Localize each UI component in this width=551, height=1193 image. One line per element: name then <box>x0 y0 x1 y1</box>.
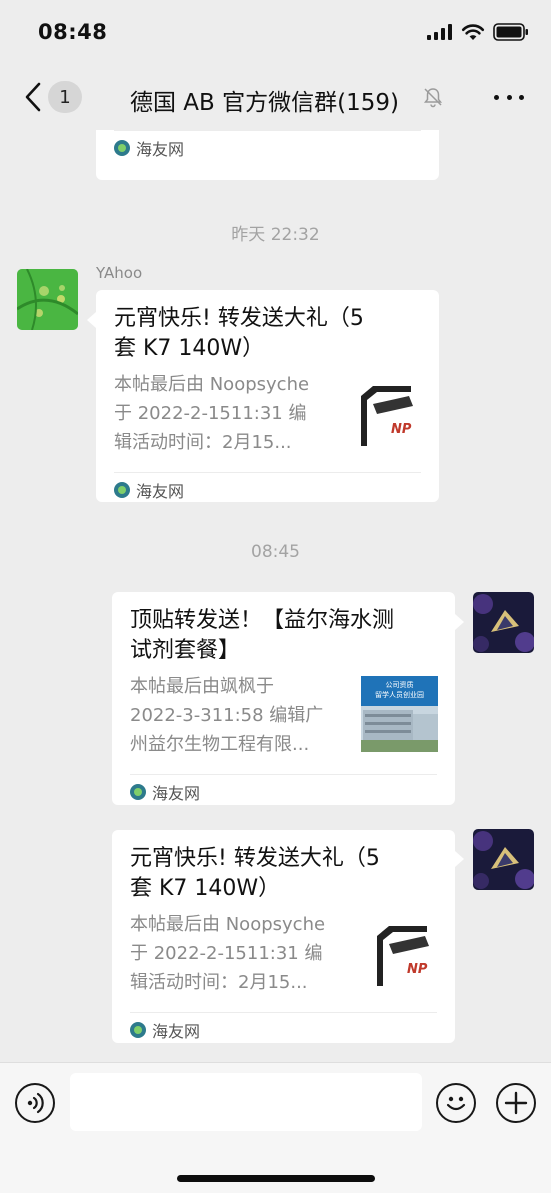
plus-button[interactable] <box>496 1083 536 1123</box>
link-card[interactable]: 元宵快乐! 转发送大礼（5 套 K7 140W） 本帖最后由 Noopsyche… <box>96 290 439 502</box>
card-source: 海友网 <box>130 780 200 804</box>
card-description: 本帖最后由 Noopsyche 于 2022-2-1511:31 编 辑活动时间… <box>130 914 326 993</box>
wifi-icon <box>461 24 485 40</box>
card-title: 元宵快乐! 转发送大礼（5 套 K7 140W） <box>130 846 380 901</box>
emoji-button[interactable] <box>436 1083 476 1123</box>
card-thumbnail: 公司资质 留学人员创业园 <box>361 676 438 752</box>
source-logo-icon <box>114 482 130 498</box>
card-description: 本帖最后由飒枫于 2022-3-311:58 编辑广 州益尔生物工程有限... <box>130 676 324 755</box>
source-name: 海友网 <box>136 482 185 501</box>
more-dots-icon <box>494 94 499 100</box>
source-logo-icon <box>114 140 130 156</box>
input-bar <box>0 1062 551 1193</box>
bubble-tail <box>455 851 464 867</box>
source-name: 海友网 <box>136 140 185 159</box>
card-description: 本帖最后由 Noopsyche 于 2022-2-1511:31 编 辑活动时间… <box>114 374 310 453</box>
aquarium-lamp-icon <box>351 376 429 454</box>
status-bar: 08:48 <box>0 0 551 64</box>
message-input[interactable] <box>70 1073 422 1131</box>
sender-name: YAhoo <box>96 264 143 282</box>
chat-messages[interactable]: 海友网 昨天 22:32 YAhoo 元宵快乐! 转发送大礼（5 套 K7 14… <box>0 130 551 1062</box>
card-source: 海友网 <box>114 136 184 160</box>
card-thumbnail: NP <box>367 916 445 994</box>
card-divider <box>130 1012 437 1013</box>
green-leaf-avatar-icon <box>17 269 78 330</box>
card-thumbnail: NP <box>351 376 429 454</box>
thumb-caption: 公司资质 留学人员创业园 <box>375 681 424 699</box>
source-name: 海友网 <box>152 1022 201 1041</box>
signal-icon <box>427 24 452 40</box>
card-title: 顶贴转发送！【益尔海水测 试剂套餐】 <box>130 608 395 663</box>
voice-button[interactable] <box>15 1083 55 1123</box>
card-divider <box>130 774 437 775</box>
status-time: 08:48 <box>38 20 108 44</box>
back-button[interactable] <box>20 80 46 114</box>
avatar[interactable] <box>473 829 534 890</box>
card-source: 海友网 <box>114 478 184 502</box>
link-card[interactable]: 元宵快乐! 转发送大礼（5 套 K7 140W） 本帖最后由 Noopsyche… <box>112 830 455 1043</box>
card-divider <box>114 472 421 473</box>
source-name: 海友网 <box>152 784 201 803</box>
home-indicator[interactable] <box>177 1175 375 1182</box>
thumb-brand: NP <box>407 962 428 977</box>
time-separator: 08:45 <box>251 542 300 562</box>
fish-avatar-icon <box>473 829 534 890</box>
link-card[interactable]: 顶贴转发送！【益尔海水测 试剂套餐】 本帖最后由飒枫于 2022-3-311:5… <box>112 592 455 805</box>
chevron-left-icon <box>25 82 41 112</box>
voice-icon <box>27 1092 44 1114</box>
bubble-tail <box>455 614 464 630</box>
thumb-brand: NP <box>391 422 412 437</box>
status-icons <box>427 23 529 41</box>
chat-header: 1 德国 AB 官方微信群(159) <box>0 64 551 130</box>
unread-count-badge[interactable]: 1 <box>48 81 82 113</box>
bubble-tail <box>87 312 96 328</box>
fish-avatar-icon <box>473 592 534 653</box>
link-card[interactable]: 海友网 <box>96 130 439 180</box>
battery-icon <box>493 23 528 41</box>
source-logo-icon <box>130 784 146 800</box>
bell-off-icon <box>423 88 443 108</box>
aquarium-lamp-icon <box>367 916 445 994</box>
plus-icon <box>504 1091 528 1115</box>
avatar[interactable] <box>17 269 78 330</box>
card-divider <box>114 130 421 131</box>
avatar[interactable] <box>473 592 534 653</box>
source-logo-icon <box>130 1022 146 1038</box>
emoji-icon <box>446 1096 466 1111</box>
card-source: 海友网 <box>130 1018 200 1042</box>
more-options-button[interactable] <box>494 86 524 108</box>
chat-title[interactable]: 德国 AB 官方微信群(159) <box>130 83 399 117</box>
time-separator: 昨天 22:32 <box>231 225 320 245</box>
card-title: 元宵快乐! 转发送大礼（5 套 K7 140W） <box>114 306 364 361</box>
